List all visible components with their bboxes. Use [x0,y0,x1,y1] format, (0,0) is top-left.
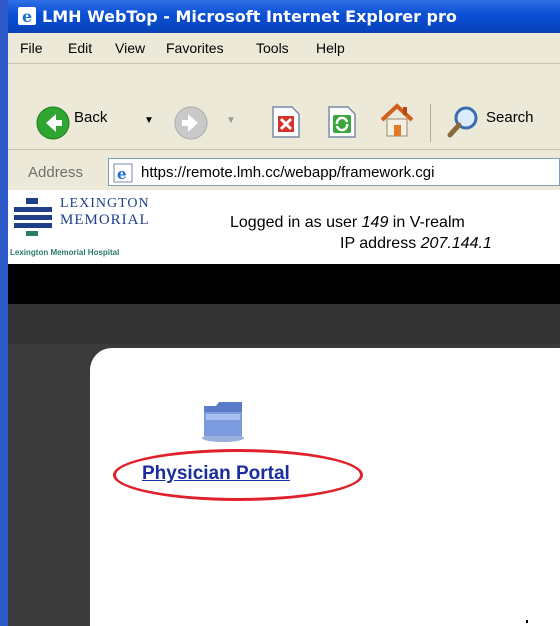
folder-icon[interactable] [200,400,246,442]
content-background-band [8,304,560,344]
window-border [0,0,8,626]
logo-line1: LEXINGTON [60,196,150,211]
logo-tagline: Lexington Memorial Hospital [10,248,120,257]
menu-bar: File Edit View Favorites Tools Help [8,33,560,64]
ip-address: 207.144.1 [420,235,492,252]
search-label[interactable]: Search [486,109,534,126]
back-icon[interactable] [36,106,70,140]
menu-favorites[interactable]: Favorites [166,40,224,56]
toolbar-separator [430,104,431,142]
address-url[interactable]: https://remote.lmh.cc/webapp/framework.c… [141,164,434,181]
address-label: Address [28,164,84,181]
ie-logo-icon: e [18,7,36,25]
toolbar-bottom-divider [8,149,560,150]
logo-line2: MEMORIAL [60,212,150,228]
back-dropdown-icon[interactable]: ▼ [144,115,154,126]
stop-icon[interactable] [270,105,302,139]
ip-prefix: IP address [340,235,421,252]
standard-toolbar: Back ▼ ▼ Search [8,64,560,154]
forward-icon[interactable] [174,106,208,140]
content-panel [90,348,560,626]
hospital-logo: LEXINGTON MEMORIAL Lexington Memorial Ho… [8,190,183,262]
ie-page-icon: e [113,163,133,183]
address-input[interactable]: e https://remote.lmh.cc/webapp/framework… [108,158,560,186]
window-title: LMH WebTop - Microsoft Internet Explorer… [42,7,457,26]
menu-view[interactable]: View [115,40,145,56]
menu-file[interactable]: File [20,40,43,56]
login-info: Logged in as user 149 in V-realm [230,214,465,232]
menu-help[interactable]: Help [316,40,345,56]
ip-info: IP address 207.144.1 [340,235,492,253]
refresh-icon[interactable] [326,105,358,139]
browser-window: e LMH WebTop - Microsoft Internet Explor… [0,0,560,626]
svg-text:e: e [117,165,127,183]
nav-band [8,264,560,304]
menu-tools[interactable]: Tools [256,40,289,56]
search-icon[interactable] [446,104,482,140]
login-realm: in V-realm [388,214,465,231]
menu-edit[interactable]: Edit [68,40,92,56]
svg-text:e: e [22,7,32,25]
forward-dropdown-icon[interactable]: ▼ [226,115,236,126]
stray-mark [526,620,528,623]
home-icon[interactable] [378,102,416,140]
address-bar: Address e https://remote.lmh.cc/webapp/f… [8,154,560,191]
back-label[interactable]: Back [74,109,107,126]
webtop-header: LEXINGTON MEMORIAL Lexington Memorial Ho… [8,190,560,264]
physician-portal-link[interactable]: Physician Portal [142,463,290,485]
title-bar[interactable]: e LMH WebTop - Microsoft Internet Explor… [8,0,560,33]
user-id: 149 [361,214,389,231]
login-prefix: Logged in as user [230,214,362,231]
logo-bars-icon [14,198,52,236]
